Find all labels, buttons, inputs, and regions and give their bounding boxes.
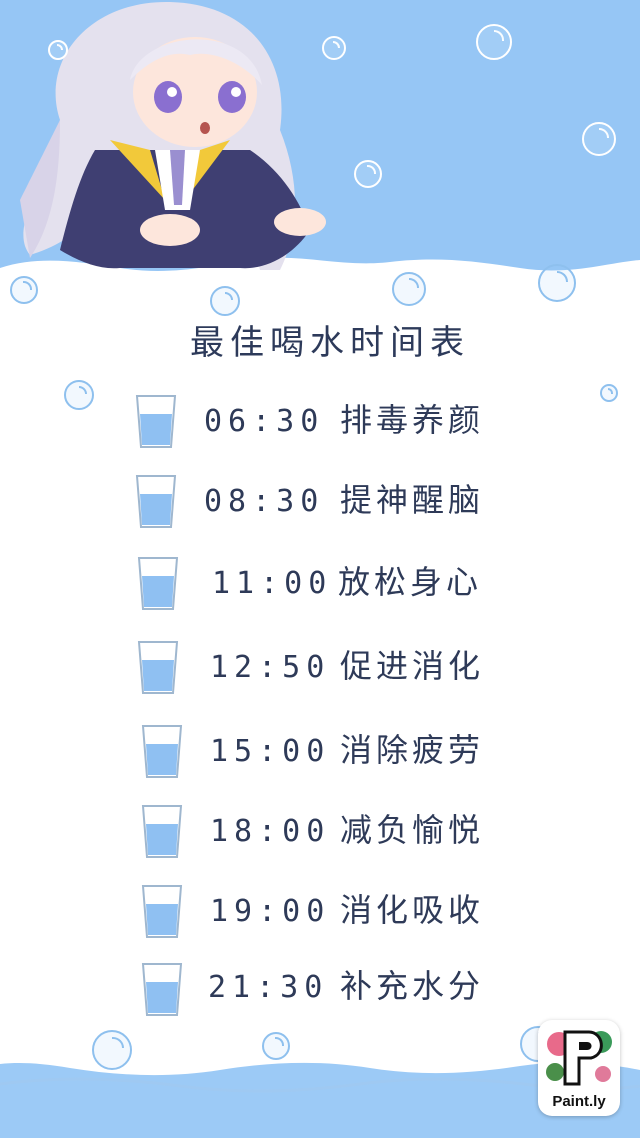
paintly-logo-icon bbox=[546, 1030, 612, 1086]
bubble-decoration bbox=[92, 1030, 132, 1070]
water-glass-icon bbox=[135, 475, 177, 528]
bubble-decoration bbox=[210, 286, 240, 316]
schedule-time: 12:50 bbox=[210, 650, 331, 685]
bubble-decoration bbox=[582, 122, 616, 156]
paintly-brand-text: Paint.ly bbox=[552, 1093, 606, 1110]
water-glass-icon bbox=[135, 395, 177, 448]
schedule-time: 11:00 bbox=[212, 566, 333, 601]
water-glass-icon bbox=[141, 725, 183, 778]
bubble-decoration bbox=[354, 160, 382, 188]
schedule-row: 12:50 促进消化 bbox=[0, 638, 640, 708]
schedule-row: 19:00 消化吸收 bbox=[0, 882, 640, 952]
schedule-time: 19:00 bbox=[210, 894, 331, 929]
schedule-label: 消化吸收 bbox=[340, 891, 485, 929]
schedule-time: 08:30 bbox=[204, 484, 325, 519]
bubble-decoration bbox=[322, 36, 346, 60]
schedule-time: 21:30 bbox=[208, 970, 329, 1005]
water-glass-icon bbox=[137, 641, 179, 694]
water-glass-icon bbox=[137, 557, 179, 610]
bubble-decoration bbox=[392, 272, 426, 306]
schedule-row: 21:30 补充水分 bbox=[0, 960, 640, 1030]
page-title: 最佳喝水时间表 bbox=[190, 323, 470, 363]
schedule-time: 15:00 bbox=[210, 734, 331, 769]
schedule-row: 15:00 消除疲劳 bbox=[0, 722, 640, 792]
schedule-label: 补充水分 bbox=[340, 967, 485, 1005]
bubble-decoration bbox=[10, 276, 38, 304]
schedule-label: 消除疲劳 bbox=[340, 731, 485, 769]
schedule-row: 08:30 提神醒脑 bbox=[0, 472, 640, 542]
schedule-label: 减负愉悦 bbox=[340, 811, 485, 849]
schedule-time: 18:00 bbox=[210, 814, 331, 849]
water-glass-icon bbox=[141, 805, 183, 858]
bubble-decoration bbox=[538, 264, 576, 302]
schedule-row: 18:00 减负愉悦 bbox=[0, 802, 640, 872]
schedule-time: 06:30 bbox=[204, 404, 325, 439]
water-glass-icon bbox=[141, 963, 183, 1016]
bubble-decoration bbox=[476, 24, 512, 60]
schedule-row: 06:30 排毒养颜 bbox=[0, 392, 640, 462]
schedule-label: 提神醒脑 bbox=[340, 481, 485, 519]
bubble-decoration bbox=[262, 1032, 290, 1060]
schedule-label: 促进消化 bbox=[340, 647, 485, 685]
schedule-label: 排毒养颜 bbox=[340, 401, 485, 439]
schedule-label: 放松身心 bbox=[338, 563, 483, 601]
paintly-badge: Paint.ly bbox=[538, 1020, 620, 1116]
bubble-decoration bbox=[48, 40, 68, 60]
water-glass-icon bbox=[141, 885, 183, 938]
schedule-row: 11:00 放松身心 bbox=[0, 554, 640, 624]
